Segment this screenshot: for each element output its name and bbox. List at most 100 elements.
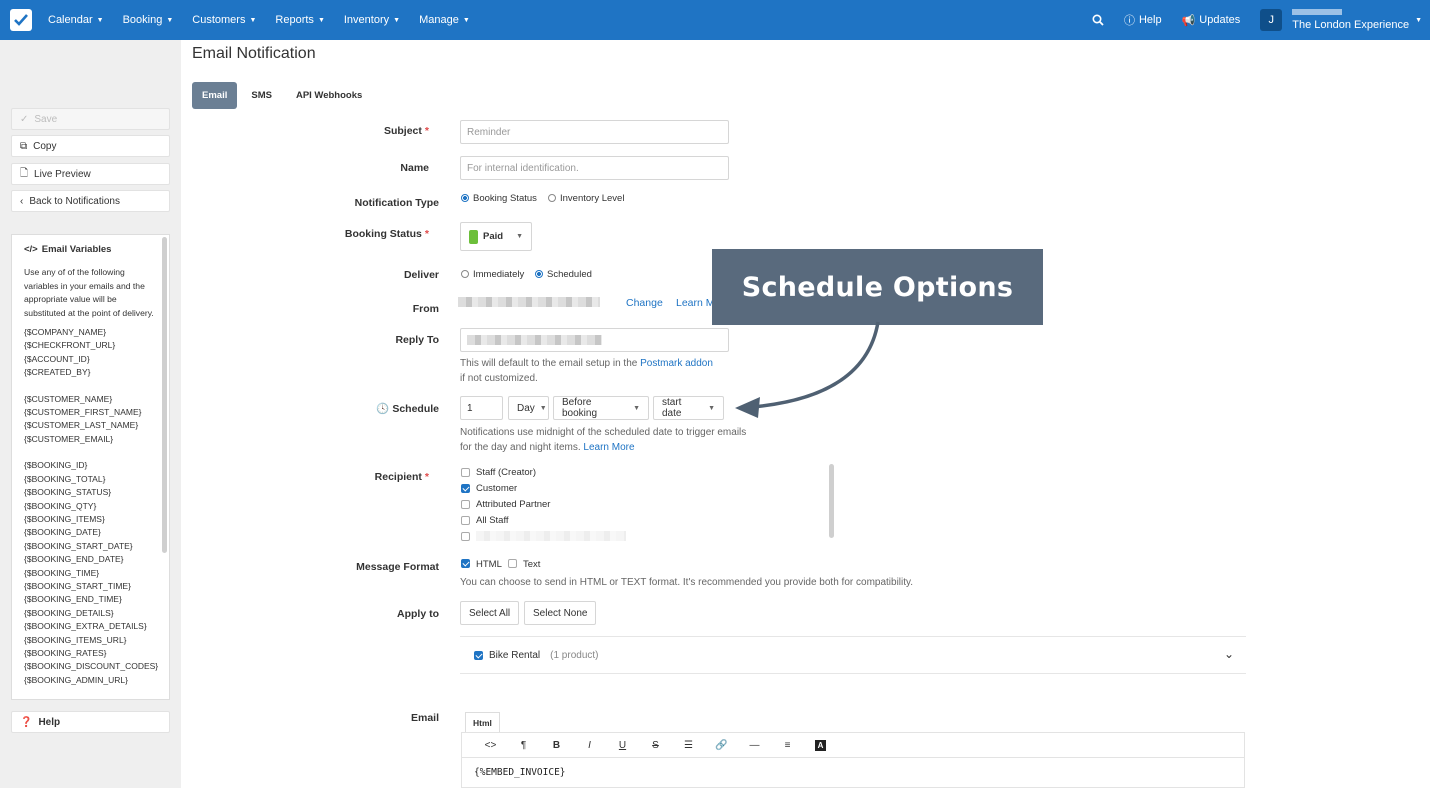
email-label: Email [410, 712, 439, 724]
checkbox-checked-icon [461, 483, 470, 493]
megaphone-icon: 📢 [1181, 14, 1196, 27]
scrollbar[interactable] [829, 464, 834, 538]
tab-api-webhooks[interactable]: API Webhooks [286, 82, 372, 109]
horizontal-rule-icon[interactable]: — [738, 740, 771, 751]
nav-calendar[interactable]: Calendar ▼ [48, 14, 104, 26]
text-color-icon[interactable]: A [804, 739, 837, 751]
tab-sms[interactable]: SMS [241, 82, 282, 109]
schedule-label: 🕓 Schedule [376, 403, 439, 415]
caret-down-icon: ▼ [166, 16, 174, 24]
name-label: Name [400, 162, 429, 174]
source-code-icon[interactable]: <> [474, 740, 507, 751]
caret-down-icon[interactable]: ▼ [1415, 17, 1422, 24]
recipient-all-staff[interactable]: All Staff [461, 512, 837, 528]
copy-icon: ⧉ [20, 140, 28, 152]
checkbox-checked-icon[interactable] [474, 650, 483, 660]
code-icon: </> [24, 244, 38, 255]
email-variables-panel[interactable]: </> Email Variables Use any of of the fol… [11, 234, 170, 700]
variable-item: {$COMPANY_NAME} [24, 327, 107, 338]
checkbox-checked-icon [461, 559, 470, 568]
scrollbar[interactable] [162, 237, 167, 553]
avatar[interactable]: J [1260, 9, 1283, 31]
radio-scheduled[interactable]: Scheduled [535, 269, 592, 280]
schedule-when-select[interactable]: Before booking ▼ [553, 396, 649, 420]
help-link[interactable]: ⓘ Help [1124, 12, 1162, 28]
nav-inventory[interactable]: Inventory ▼ [344, 14, 400, 26]
variable-group: {$CUSTOMER_NAME} {$CUSTOMER_FIRST_NAME} {$… [24, 393, 157, 447]
save-button[interactable]: ✓ Save [11, 108, 170, 130]
nav-manage[interactable]: Manage ▼ [419, 14, 470, 26]
italic-icon[interactable]: I [573, 740, 606, 751]
from-label: From [412, 303, 439, 315]
help-button[interactable]: ❓ Help [11, 711, 170, 733]
question-circle-icon: ⓘ [1123, 15, 1135, 27]
variable-item: {$BOOKING_ITEMS_URL} [24, 634, 127, 645]
caret-down-icon: ▼ [96, 16, 104, 24]
updates-link[interactable]: 📢 Updates [1182, 14, 1241, 27]
notification-tabs: Email SMS API Webhooks [192, 82, 372, 109]
editor-tab-html[interactable]: Html [465, 712, 500, 732]
blurred-username [1292, 9, 1343, 15]
format-html-checkbox[interactable]: HTML [461, 559, 502, 570]
recipient-label: Recipient * [374, 471, 429, 483]
variable-item: {$BOOKING_ID} [24, 460, 88, 471]
product-row[interactable]: Bike Rental (1 product) ⌄ [460, 636, 1246, 674]
variable-item: {$BOOKING_STATUS} [24, 487, 112, 498]
page-title: Email Notification [192, 45, 316, 62]
underline-icon[interactable]: U [606, 740, 639, 751]
status-color-swatch [469, 229, 478, 244]
variable-item: {$BOOKING_EXTRA_DETAILS} [24, 621, 147, 632]
nav-customers[interactable]: Customers ▼ [192, 14, 256, 26]
link-icon[interactable]: 🔗 [705, 740, 738, 751]
checkbox-icon [508, 559, 517, 568]
booking-status-select[interactable]: Paid ▼ [460, 222, 532, 251]
strikethrough-icon[interactable]: S [639, 740, 672, 751]
recipient-attributed-partner[interactable]: Attributed Partner [461, 496, 837, 512]
recipient-customer[interactable]: Customer [461, 480, 837, 496]
radio-immediately[interactable]: Immediately [461, 269, 524, 280]
radio-inventory-level[interactable]: Inventory Level [548, 193, 624, 204]
select-all-button[interactable]: Select All [460, 601, 520, 625]
radio-selected-icon [461, 194, 469, 202]
copy-button[interactable]: ⧉ Copy [11, 135, 170, 157]
postmark-addon-link[interactable]: Postmark addon [640, 358, 713, 369]
radio-booking-status[interactable]: Booking Status [461, 193, 537, 204]
schedule-options-callout: Schedule Options [712, 249, 1043, 325]
chevron-down-icon[interactable]: ⌄ [1224, 647, 1234, 661]
recipient-blurred[interactable] [461, 528, 837, 544]
product-name: Bike Rental [489, 649, 541, 661]
select-none-button[interactable]: Select None [524, 601, 597, 625]
bold-icon[interactable]: B [540, 740, 573, 751]
schedule-reference-select[interactable]: start date ▼ [653, 396, 724, 420]
from-change-link[interactable]: Change [626, 297, 663, 309]
search-icon[interactable] [1092, 14, 1104, 26]
live-preview-button[interactable]: 🗋 Live Preview [11, 163, 170, 185]
checkbox-icon [461, 531, 470, 541]
nav-reports[interactable]: Reports ▼ [275, 14, 324, 26]
tab-email[interactable]: Email [192, 82, 238, 109]
caret-down-icon: ▼ [462, 16, 470, 24]
reply-to-input[interactable] [460, 328, 729, 352]
account-menu[interactable]: The London Experience [1292, 9, 1409, 31]
variable-item: {$CREATED_BY} [24, 367, 91, 378]
checkbox-icon [461, 467, 470, 477]
variable-item: {$BOOKING_END_DATE} [24, 554, 124, 565]
paragraph-icon[interactable]: ¶ [507, 740, 540, 751]
variable-item: {$BOOKING_ADMIN_URL} [24, 674, 128, 685]
subject-input[interactable]: Reminder [460, 120, 729, 144]
variable-item: {$BOOKING_TOTAL} [24, 473, 106, 484]
schedule-number-input[interactable]: 1 [460, 396, 503, 420]
recipient-staff-creator[interactable]: Staff (Creator) [461, 464, 837, 480]
schedule-learn-more-link[interactable]: Learn More [583, 442, 634, 453]
from-address-blurred [458, 297, 600, 310]
format-text-checkbox[interactable]: Text [508, 559, 540, 570]
app-logo-icon[interactable] [10, 9, 32, 31]
back-to-notifications-button[interactable]: ‹ Back to Notifications [11, 190, 170, 212]
align-icon[interactable]: ≡ [771, 740, 804, 751]
editor-content[interactable]: {%EMBED_INVOICE} [461, 758, 1245, 788]
list-icon[interactable]: ☰ [672, 740, 705, 751]
sidebar: ✓ Save ⧉ Copy 🗋 Live Preview ‹ Back to Notif… [0, 40, 181, 788]
schedule-unit-select[interactable]: Day ▼ [508, 396, 549, 420]
name-input[interactable]: For internal identification. [460, 156, 729, 180]
nav-booking[interactable]: Booking ▼ [123, 14, 174, 26]
